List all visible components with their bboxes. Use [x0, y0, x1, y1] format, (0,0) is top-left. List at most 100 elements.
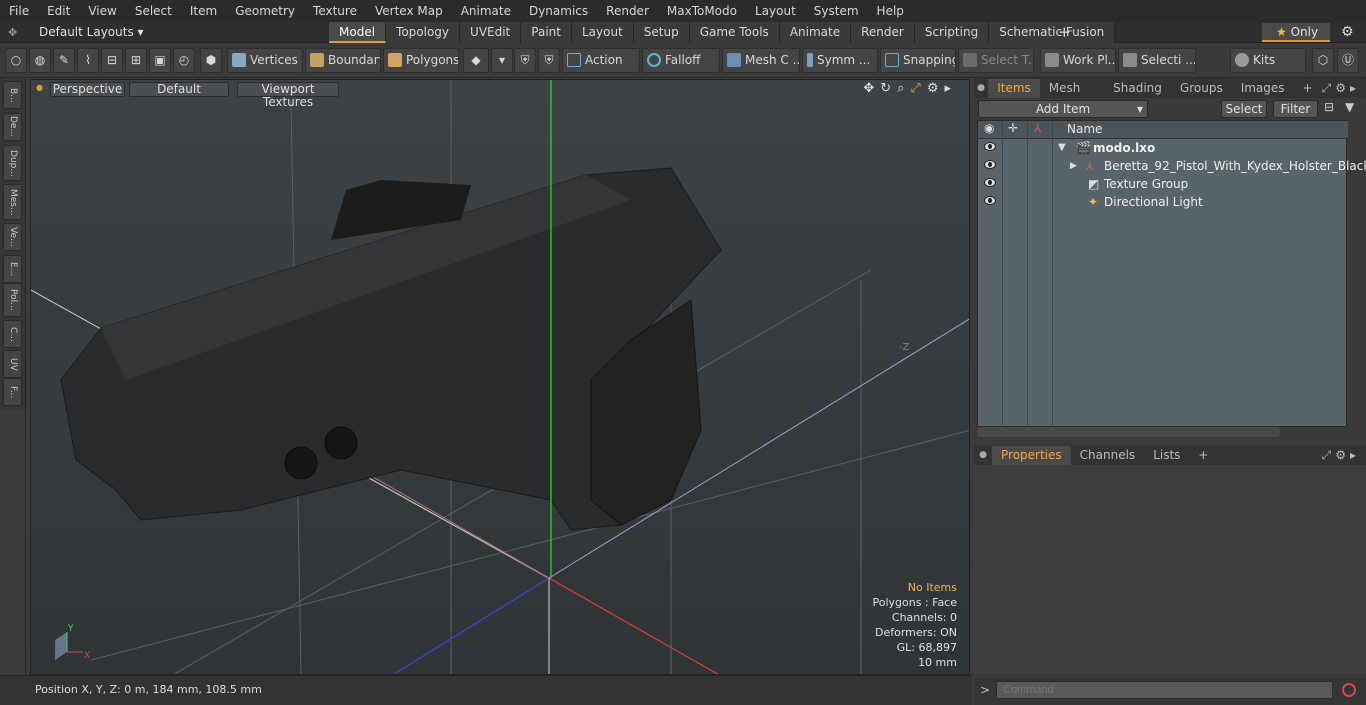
- panel-dot-icon[interactable]: ●: [974, 83, 988, 93]
- horizontal-scrollbar[interactable]: [977, 427, 1280, 437]
- mesh-constraint-button[interactable]: Mesh C ...: [722, 48, 800, 73]
- tree-row-texture-group[interactable]: ◩ Texture Group: [978, 175, 1348, 193]
- tree-row-mesh[interactable]: ▶ ⅄ Beretta_92_Pistol_With_Kydex_Holster…: [978, 157, 1366, 175]
- menu-dynamics[interactable]: Dynamics: [520, 0, 597, 22]
- menu-file[interactable]: File: [0, 0, 38, 22]
- left-tab-edge[interactable]: E...: [3, 255, 22, 283]
- tab-uvedit[interactable]: UVEdit: [460, 22, 522, 43]
- left-tab-b[interactable]: B...: [3, 81, 22, 109]
- brush-icon[interactable]: ⌇: [77, 48, 99, 73]
- unreal-icon[interactable]: Ⓤ: [1337, 48, 1359, 73]
- eye-icon[interactable]: [984, 142, 996, 151]
- tab-paint[interactable]: Paint: [521, 22, 572, 43]
- record-icon[interactable]: [1342, 683, 1356, 697]
- snapping-button[interactable]: Snapping: [880, 48, 956, 73]
- viewport-arrow-icon[interactable]: ▸: [944, 81, 957, 96]
- menu-help[interactable]: Help: [868, 0, 913, 22]
- tab-properties[interactable]: Properties: [992, 445, 1071, 465]
- viewport-dot-icon[interactable]: ●: [36, 83, 43, 92]
- expand-arrow-icon[interactable]: ▼: [1058, 139, 1066, 157]
- transform-icon[interactable]: ⊟: [101, 48, 123, 73]
- menu-render[interactable]: Render: [597, 0, 658, 22]
- tab-model[interactable]: Model: [329, 22, 387, 43]
- chevron-down-icon[interactable]: ▾: [491, 48, 513, 73]
- left-tab-uv[interactable]: UV: [3, 350, 22, 378]
- vertices-button[interactable]: Vertices: [227, 48, 303, 73]
- add-panel-tab-icon[interactable]: +: [1189, 446, 1217, 465]
- tab-scripting[interactable]: Scripting: [914, 22, 990, 43]
- menu-animate[interactable]: Animate: [452, 0, 520, 22]
- menu-system[interactable]: System: [805, 0, 868, 22]
- tab-groups[interactable]: Groups: [1171, 79, 1232, 98]
- tab-mesh-ops[interactable]: Mesh Ops: [1040, 79, 1104, 114]
- left-tab-curve[interactable]: C...: [3, 320, 22, 348]
- tab-images[interactable]: Images: [1232, 79, 1294, 98]
- layout-selector[interactable]: Default Layouts ▾: [39, 25, 144, 39]
- view-perspective-button[interactable]: Perspective: [50, 82, 125, 97]
- tab-game-tools[interactable]: Game Tools: [689, 22, 780, 43]
- collapsed-arrow-icon[interactable]: ▶: [1070, 157, 1077, 175]
- symmetry-shield-icon[interactable]: ⛨: [514, 48, 536, 73]
- menu-vertex-map[interactable]: Vertex Map: [366, 0, 452, 22]
- select-mode-icon[interactable]: ○: [5, 48, 27, 73]
- unity-icon[interactable]: ⬡: [1312, 48, 1334, 73]
- left-tab-mesh[interactable]: Mes...: [3, 184, 22, 220]
- tree-row-scene[interactable]: ▼ 🎬 modo.lxo: [978, 139, 1348, 157]
- tab-items[interactable]: Items: [988, 78, 1040, 98]
- item-mode-icon[interactable]: ⬢: [200, 48, 222, 73]
- work-plane-button[interactable]: Work Pl...: [1040, 48, 1116, 73]
- shading-default-button[interactable]: Default: [129, 82, 229, 97]
- viewport-textures-button[interactable]: Viewport Textures: [237, 82, 339, 109]
- left-tab-polygon[interactable]: Pol...: [3, 283, 22, 317]
- command-input[interactable]: [996, 681, 1333, 699]
- tab-setup[interactable]: Setup: [633, 22, 690, 43]
- menu-maxtomodo[interactable]: MaxToModo: [658, 0, 746, 22]
- select-button[interactable]: Select: [1221, 100, 1267, 118]
- globe-icon[interactable]: ◍: [29, 48, 51, 73]
- menu-item[interactable]: Item: [181, 0, 226, 22]
- eye-icon[interactable]: [984, 160, 996, 169]
- falloff-button[interactable]: Falloff: [642, 48, 720, 73]
- panel-dot-icon[interactable]: ●: [974, 450, 992, 460]
- left-tab-duplicate[interactable]: Dup...: [3, 145, 22, 181]
- orbit-icon[interactable]: ↻: [880, 81, 897, 96]
- add-tab-icon[interactable]: +: [1058, 23, 1071, 41]
- panel-controls-icon[interactable]: ⤢⚙▸: [1322, 448, 1366, 463]
- rotate-icon[interactable]: ◴: [173, 48, 195, 73]
- kits-button[interactable]: Kits: [1230, 48, 1306, 73]
- tab-lists[interactable]: Lists: [1144, 446, 1189, 465]
- tab-animate[interactable]: Animate: [779, 22, 852, 43]
- pen-icon[interactable]: ✎: [53, 48, 75, 73]
- menu-layout[interactable]: Layout: [746, 0, 805, 22]
- maximize-icon[interactable]: ⤢: [910, 81, 926, 96]
- eye-icon[interactable]: [984, 178, 996, 187]
- selection-sets-button[interactable]: Selecti ...: [1118, 48, 1196, 73]
- material-icon[interactable]: ◆: [463, 48, 489, 73]
- tab-render[interactable]: Render: [851, 22, 915, 43]
- menu-texture[interactable]: Texture: [304, 0, 366, 22]
- scale-icon[interactable]: ▣: [149, 48, 171, 73]
- move-icon[interactable]: ⊞: [125, 48, 147, 73]
- eye-icon[interactable]: [984, 196, 996, 205]
- tree-row-light[interactable]: ✦ Directional Light: [978, 193, 1348, 211]
- zoom-icon[interactable]: ⌕: [897, 81, 910, 96]
- gear-icon[interactable]: ⚙: [1341, 24, 1354, 40]
- grip-icon[interactable]: ✥: [8, 26, 17, 39]
- left-tab-fusion[interactable]: F...: [3, 378, 22, 406]
- pivot-shield-icon[interactable]: ⛨: [538, 48, 560, 73]
- viewport-3d[interactable]: -Z Y X ● Perspective Default Viewport Te…: [30, 79, 970, 675]
- polygons-button[interactable]: Polygons: [383, 48, 459, 73]
- action-button[interactable]: Action: [562, 48, 640, 73]
- add-panel-tab-icon[interactable]: +: [1294, 79, 1322, 98]
- tab-channels[interactable]: Channels: [1071, 446, 1145, 465]
- select-through-button[interactable]: Select T...: [958, 48, 1034, 73]
- only-toggle[interactable]: ★ Only: [1262, 23, 1330, 42]
- left-tab-deform[interactable]: De...: [3, 113, 22, 141]
- collapse-icon[interactable]: ⊟: [1324, 100, 1334, 114]
- symmetry-button[interactable]: Symm ...: [802, 48, 878, 73]
- viewport-gear-icon[interactable]: ⚙: [927, 81, 945, 96]
- tab-topology[interactable]: Topology: [386, 22, 461, 43]
- tab-layout[interactable]: Layout: [571, 22, 634, 43]
- menu-view[interactable]: View: [79, 0, 125, 22]
- boundary-button[interactable]: Boundary: [305, 48, 381, 73]
